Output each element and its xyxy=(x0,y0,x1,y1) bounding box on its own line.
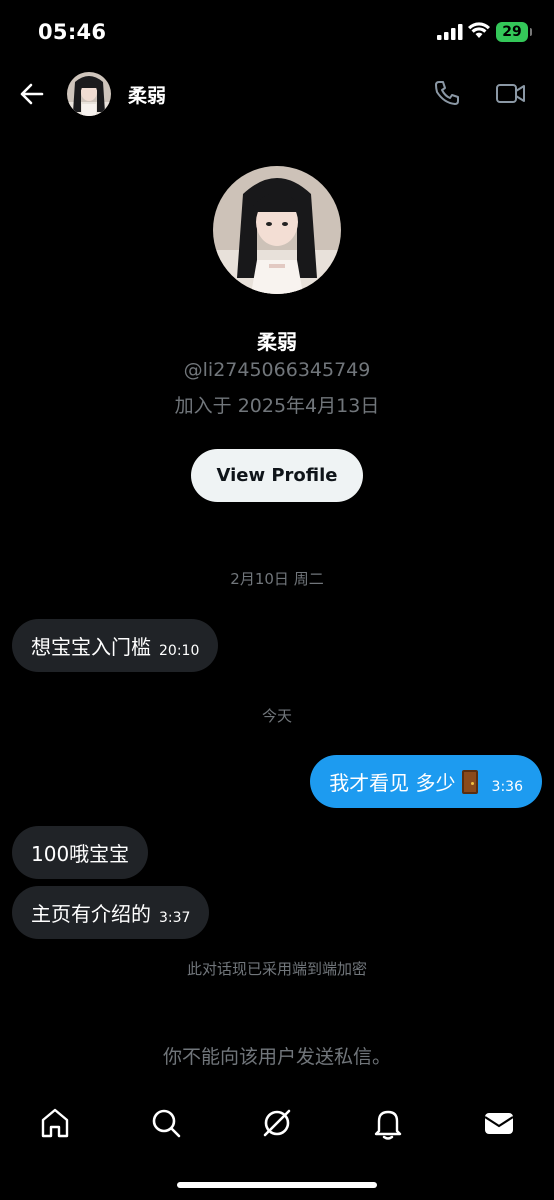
avatar-photo-icon xyxy=(213,166,341,294)
phone-icon xyxy=(435,81,459,105)
tab-grok[interactable] xyxy=(259,1105,295,1141)
video-camera-icon xyxy=(496,84,525,103)
conversation-header: 柔弱 xyxy=(0,64,554,124)
avatar-photo-icon xyxy=(67,72,111,116)
tab-search[interactable] xyxy=(148,1105,184,1141)
profile-join-date: 加入于 2025年4月13日 xyxy=(174,395,380,417)
home-indicator xyxy=(177,1182,377,1188)
header-name: 柔弱 xyxy=(128,85,167,107)
status-time: 05:46 xyxy=(38,20,107,44)
message-time: 3:37 xyxy=(159,909,191,926)
mail-icon xyxy=(484,1113,514,1134)
cellular-signal-icon xyxy=(437,24,463,40)
message-bubble-outgoing[interactable]: 我才看见 多少 3:36 xyxy=(310,755,542,808)
message-time: 20:10 xyxy=(159,642,200,659)
door-icon xyxy=(461,769,478,794)
home-icon xyxy=(41,1108,69,1138)
message-text: 想宝宝入门槛 xyxy=(31,635,151,659)
encryption-notice: 此对话现已采用端到端加密 xyxy=(186,960,367,978)
bottom-tab-bar xyxy=(0,1092,554,1154)
profile-handle: @li2745066345749 xyxy=(183,359,371,381)
tab-home[interactable] xyxy=(37,1105,73,1141)
tab-messages[interactable] xyxy=(481,1105,517,1141)
tab-notifications[interactable] xyxy=(370,1105,406,1141)
profile-name: 柔弱 xyxy=(257,330,297,354)
date-separator: 今天 xyxy=(261,707,292,725)
profile-avatar[interactable] xyxy=(213,166,341,294)
message-time: 3:36 xyxy=(491,778,523,795)
back-button[interactable] xyxy=(14,78,50,110)
header-avatar[interactable] xyxy=(67,72,111,116)
message-text: 我才看见 多少 xyxy=(329,771,456,795)
grok-icon xyxy=(263,1109,291,1137)
status-bar: 05:46 29 xyxy=(0,0,554,64)
view-profile-button[interactable]: View Profile xyxy=(191,449,363,502)
battery-indicator: 29 xyxy=(496,22,532,42)
message-bubble-incoming[interactable]: 100哦宝宝 xyxy=(12,826,149,879)
message-text: 主页有介绍的 xyxy=(31,902,151,926)
cannot-message-notice: 你不能向该用户发送私信。 xyxy=(162,1046,391,1068)
message-text: 100哦宝宝 xyxy=(31,842,130,866)
video-call-button[interactable] xyxy=(494,78,528,112)
arrow-left-icon xyxy=(20,83,44,105)
search-icon xyxy=(152,1109,181,1138)
message-bubble-incoming[interactable]: 想宝宝入门槛 20:10 xyxy=(12,619,219,672)
wifi-icon xyxy=(468,22,490,38)
bell-icon xyxy=(374,1110,402,1140)
voice-call-button[interactable] xyxy=(432,78,462,112)
message-bubble-incoming[interactable]: 主页有介绍的 3:37 xyxy=(12,886,210,939)
date-separator: 2月10日 周二 xyxy=(230,570,324,588)
